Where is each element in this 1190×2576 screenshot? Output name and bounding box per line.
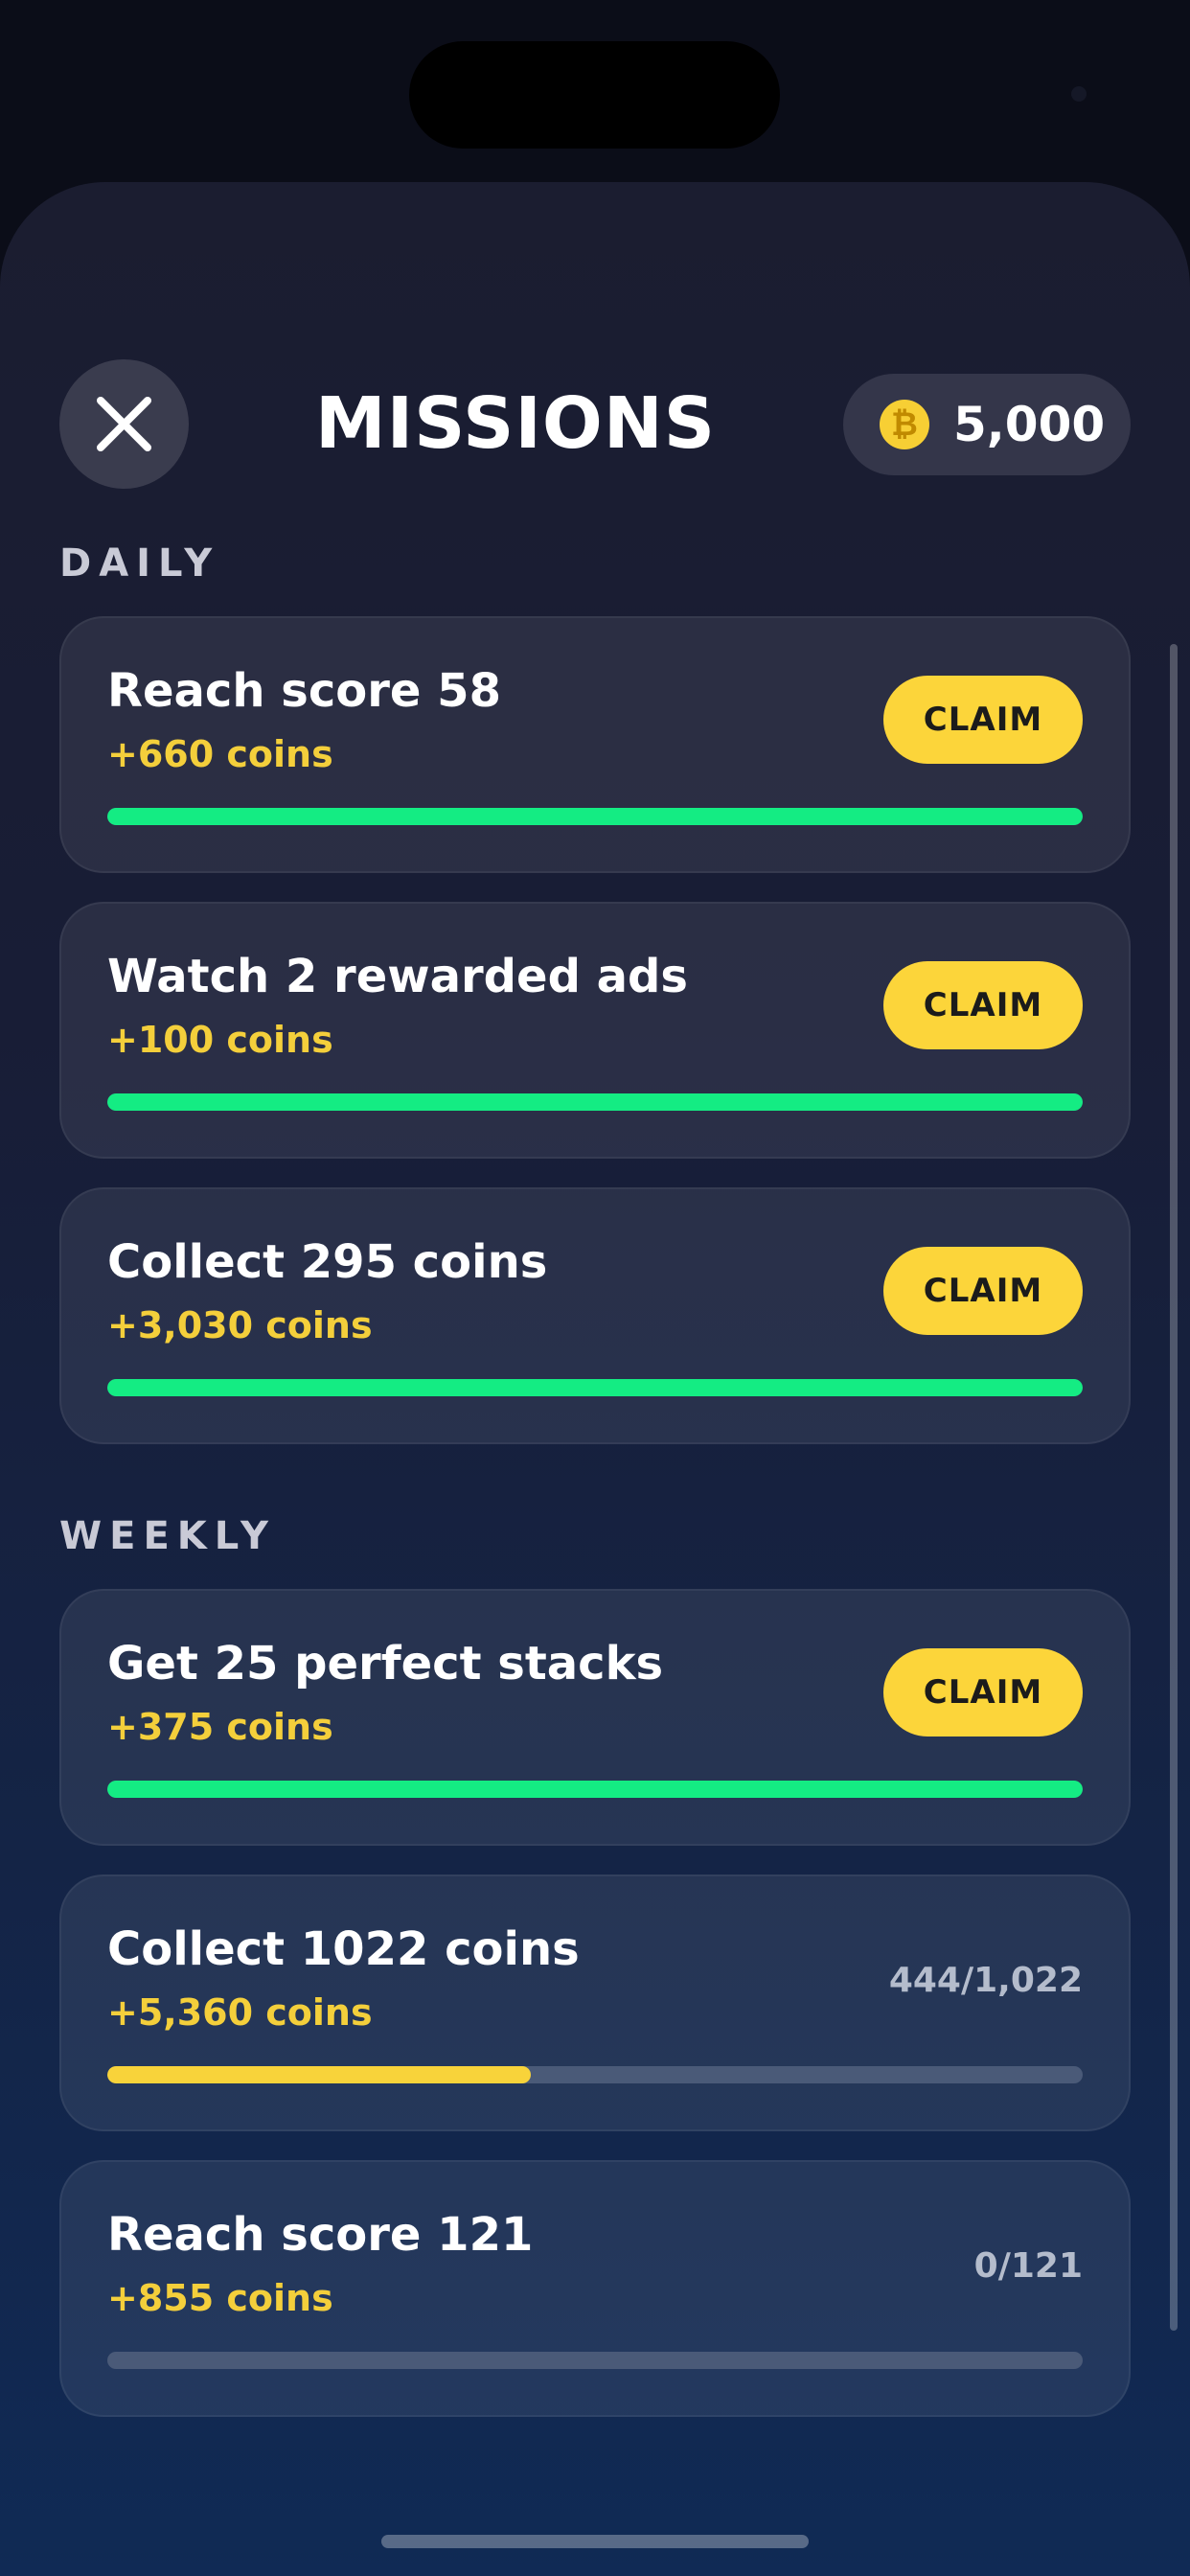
coin-balance-amount: 5,000 [953,397,1106,452]
mission-reward: +5,360 coins [107,1991,373,2034]
camera-dot [1071,86,1087,102]
mission-card: Get 25 perfect stacks +375 coins CLAIM [59,1589,1131,1846]
section-label-daily: DAILY [59,541,220,586]
mission-title: Reach score 121 [107,2208,534,2262]
mission-title: Watch 2 rewarded ads [107,950,688,1003]
mission-title: Collect 1022 coins [107,1922,580,1976]
close-button[interactable] [59,359,189,489]
claim-button[interactable]: CLAIM [883,1247,1083,1335]
progress-counter: 444/1,022 [888,1961,1083,2000]
mission-title: Collect 295 coins [107,1235,548,1289]
claim-button[interactable]: CLAIM [883,961,1083,1049]
claim-button[interactable]: CLAIM [883,676,1083,764]
mission-reward: +375 coins [107,1706,333,1748]
mission-title: Reach score 58 [107,664,501,718]
coin-balance: ₿ 5,000 [843,374,1131,475]
progress-fill [107,1379,1083,1396]
progress-bar [107,1379,1083,1396]
mission-card: Collect 295 coins +3,030 coins CLAIM [59,1187,1131,1444]
coin-icon: ₿ [880,400,929,449]
section-label-weekly: WEEKLY [59,1514,276,1558]
mission-reward: +100 coins [107,1019,333,1061]
progress-fill [107,1781,1083,1798]
close-icon [97,397,151,451]
progress-fill [107,2066,531,2083]
progress-bar [107,2066,1083,2083]
progress-bar [107,808,1083,825]
progress-bar [107,1781,1083,1798]
home-indicator[interactable] [381,2535,809,2548]
mission-card: Reach score 58 +660 coins CLAIM [59,616,1131,873]
progress-fill [107,1093,1083,1111]
mission-reward: +855 coins [107,2277,333,2319]
progress-counter: 0/121 [973,2246,1083,2286]
mission-title: Get 25 perfect stacks [107,1637,664,1690]
dynamic-island [409,41,780,149]
progress-bar [107,2352,1083,2369]
mission-reward: +3,030 coins [107,1304,373,1346]
mission-card: Watch 2 rewarded ads +100 coins CLAIM [59,902,1131,1159]
scrollbar[interactable] [1170,644,1178,2331]
claim-button[interactable]: CLAIM [883,1648,1083,1736]
page-title: MISSIONS [314,382,717,465]
mission-card: Reach score 121 +855 coins 0/121 [59,2160,1131,2417]
mission-card: Collect 1022 coins +5,360 coins 444/1,02… [59,1874,1131,2131]
progress-fill [107,808,1083,825]
progress-bar [107,1093,1083,1111]
mission-reward: +660 coins [107,733,333,775]
